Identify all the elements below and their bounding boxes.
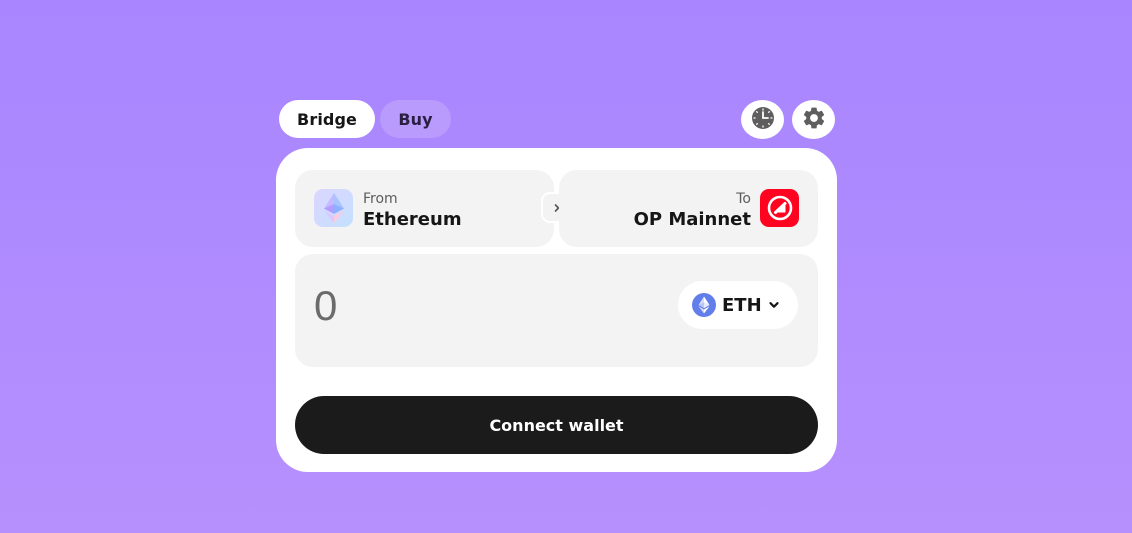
gear-icon (801, 105, 827, 135)
top-bar: Bridge Buy (279, 100, 836, 140)
to-chain-selector[interactable]: To OP Mainnet (559, 170, 818, 247)
history-button[interactable] (741, 100, 784, 139)
optimism-icon (760, 189, 799, 227)
from-chain-selector[interactable]: From Ethereum (295, 170, 554, 247)
chevron-down-icon (768, 299, 780, 311)
bridge-card: From Ethereum To OP Mainnet 0 ETH Connec… (276, 148, 837, 472)
to-label: To (736, 191, 751, 207)
clock-icon (751, 106, 775, 134)
to-chain-name: OP Mainnet (633, 209, 751, 230)
ethereum-icon (692, 293, 716, 317)
amount-panel: ETH (295, 254, 818, 367)
token-symbol: ETH (722, 294, 762, 316)
ethereum-icon (314, 189, 353, 227)
token-selector[interactable]: ETH (678, 281, 798, 329)
amount-input[interactable] (314, 281, 614, 331)
settings-button[interactable] (792, 100, 835, 139)
from-label: From (363, 191, 398, 207)
tab-bridge[interactable]: Bridge (279, 100, 375, 138)
connect-wallet-button[interactable]: Connect wallet (295, 396, 818, 454)
from-chain-name: Ethereum (363, 209, 462, 230)
tab-buy[interactable]: Buy (380, 100, 451, 138)
